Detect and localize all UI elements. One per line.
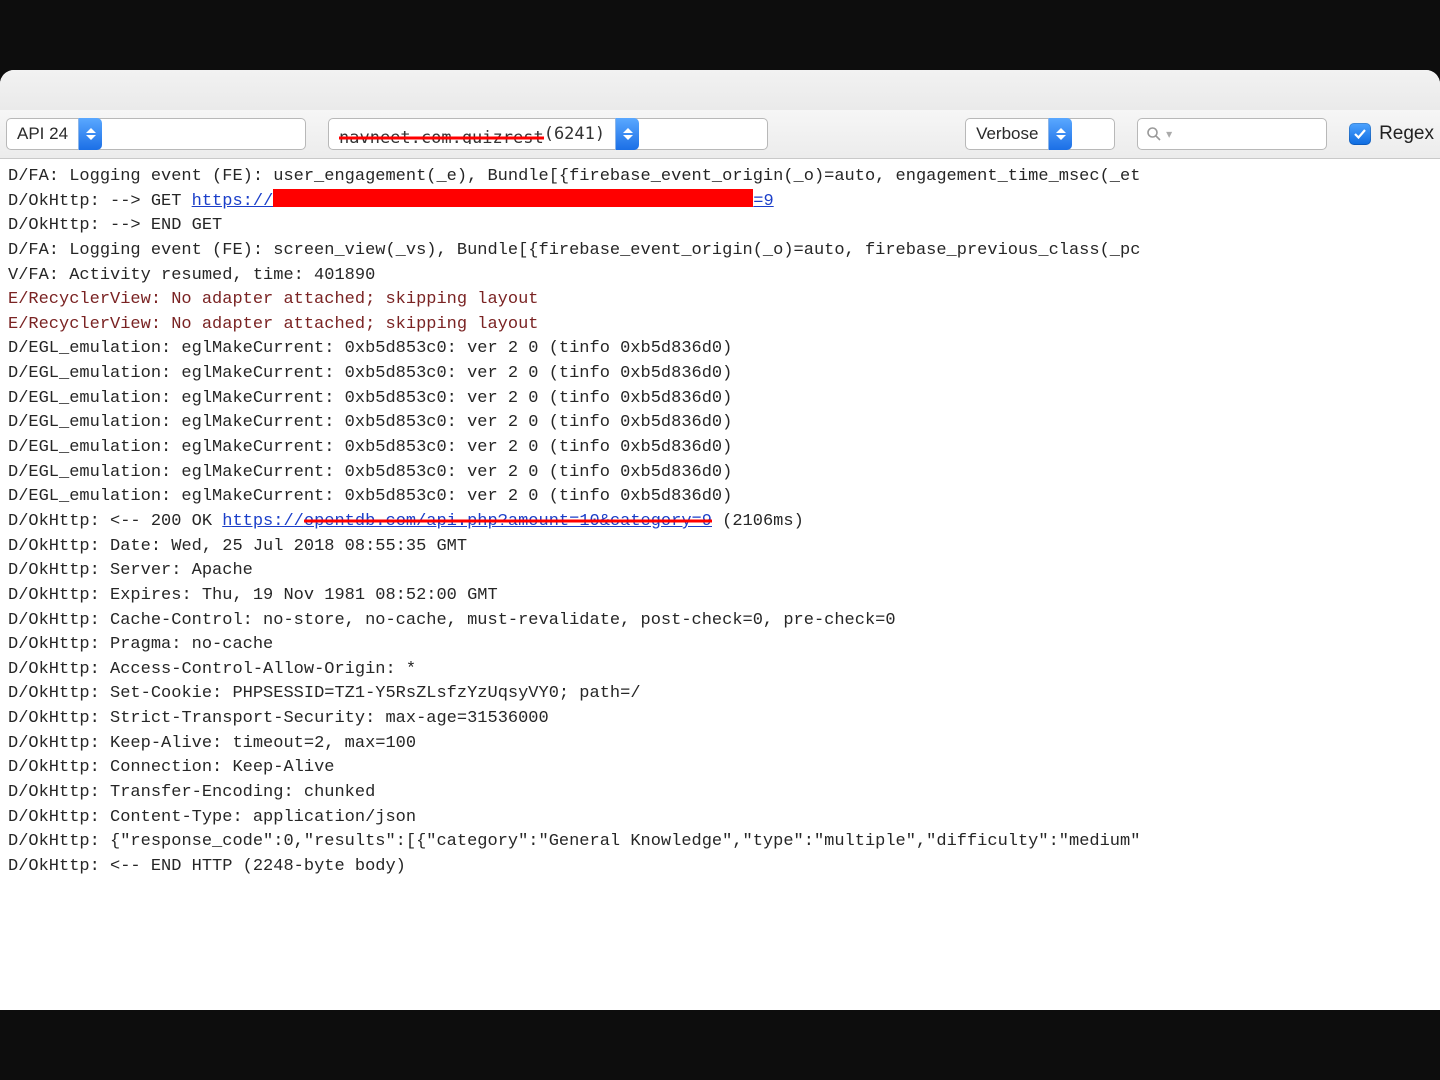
device-select[interactable]: API 24	[6, 118, 306, 150]
log-line: D/OkHttp: Content-Type: application/json	[8, 806, 1432, 831]
log-line: D/EGL_emulation: eglMakeCurrent: 0xb5d85…	[8, 337, 1432, 362]
response-url[interactable]: https://opentdb.com/api.php?amount=10&ca…	[222, 512, 712, 531]
process-name-redacted: navneet.com.quizrest	[339, 128, 544, 144]
log-line: D/FA: Logging event (FE): user_engagemen…	[8, 165, 1432, 190]
log-line: D/EGL_emulation: eglMakeCurrent: 0xb5d85…	[8, 387, 1432, 412]
log-line: D/OkHttp: Cache-Control: no-store, no-ca…	[8, 609, 1432, 634]
chevron-updown-icon[interactable]	[78, 118, 102, 150]
checkbox-checked-icon[interactable]	[1349, 123, 1371, 145]
log-level-value: Verbose	[966, 124, 1048, 144]
search-icon	[1146, 126, 1162, 142]
log-line: D/FA: Logging event (FE): screen_view(_v…	[8, 239, 1432, 264]
log-line: D/OkHttp: {"response_code":0,"results":[…	[8, 830, 1432, 855]
log-line: D/OkHttp: <-- 200 OK https://opentdb.com…	[8, 510, 1432, 535]
log-line: D/OkHttp: Connection: Keep-Alive	[8, 756, 1432, 781]
device-select-value: API 24	[7, 124, 78, 144]
log-level-select[interactable]: Verbose	[965, 118, 1115, 150]
log-line: E/RecyclerView: No adapter attached; ski…	[8, 288, 1432, 313]
log-line: D/EGL_emulation: eglMakeCurrent: 0xb5d85…	[8, 461, 1432, 486]
log-line: D/OkHttp: Expires: Thu, 19 Nov 1981 08:5…	[8, 584, 1432, 609]
log-line: D/EGL_emulation: eglMakeCurrent: 0xb5d85…	[8, 485, 1432, 510]
log-line: V/FA: Activity resumed, time: 401890	[8, 264, 1432, 289]
process-select-value: navneet.com.quizrest(6241)	[329, 124, 615, 144]
logcat-window: API 24 navneet.com.quizrest(6241) Verbos…	[0, 70, 1440, 1010]
regex-toggle[interactable]: Regex	[1349, 123, 1434, 145]
log-line: D/OkHttp: Access-Control-Allow-Origin: *	[8, 658, 1432, 683]
process-pid: (6241)	[544, 124, 605, 144]
log-line: D/OkHttp: Keep-Alive: timeout=2, max=100	[8, 732, 1432, 757]
redaction-bar	[273, 189, 753, 207]
log-line: D/OkHttp: <-- END HTTP (2248-byte body)	[8, 855, 1432, 880]
log-line: D/OkHttp: Strict-Transport-Security: max…	[8, 707, 1432, 732]
window-toolbar	[0, 70, 1440, 110]
chevron-updown-icon[interactable]	[1048, 118, 1072, 150]
regex-label: Regex	[1379, 123, 1434, 145]
log-line: D/EGL_emulation: eglMakeCurrent: 0xb5d85…	[8, 411, 1432, 436]
process-select[interactable]: navneet.com.quizrest(6241)	[328, 118, 768, 150]
log-line: D/OkHttp: --> GET https://=9	[8, 190, 1432, 215]
redacted-url-text: opentdb.com/api.php?amount=10&category=9	[304, 512, 712, 531]
log-line: E/RecyclerView: No adapter attached; ski…	[8, 313, 1432, 338]
request-url[interactable]: https://	[192, 192, 274, 211]
chevron-updown-icon[interactable]	[615, 118, 639, 150]
log-line: D/OkHttp: Transfer-Encoding: chunked	[8, 781, 1432, 806]
log-line: D/OkHttp: Pragma: no-cache	[8, 633, 1432, 658]
log-line: D/OkHttp: --> END GET	[8, 214, 1432, 239]
log-line: D/OkHttp: Date: Wed, 25 Jul 2018 08:55:3…	[8, 535, 1432, 560]
log-line: D/OkHttp: Server: Apache	[8, 559, 1432, 584]
search-input[interactable]: ▾	[1137, 118, 1327, 150]
search-dropdown-arrow-icon[interactable]: ▾	[1166, 127, 1172, 141]
log-line: D/OkHttp: Set-Cookie: PHPSESSID=TZ1-Y5Rs…	[8, 682, 1432, 707]
log-line: D/EGL_emulation: eglMakeCurrent: 0xb5d85…	[8, 362, 1432, 387]
log-output[interactable]: D/FA: Logging event (FE): user_engagemen…	[0, 159, 1440, 890]
filter-bar: API 24 navneet.com.quizrest(6241) Verbos…	[0, 110, 1440, 159]
log-line: D/EGL_emulation: eglMakeCurrent: 0xb5d85…	[8, 436, 1432, 461]
request-url-suffix[interactable]: =9	[753, 192, 773, 211]
